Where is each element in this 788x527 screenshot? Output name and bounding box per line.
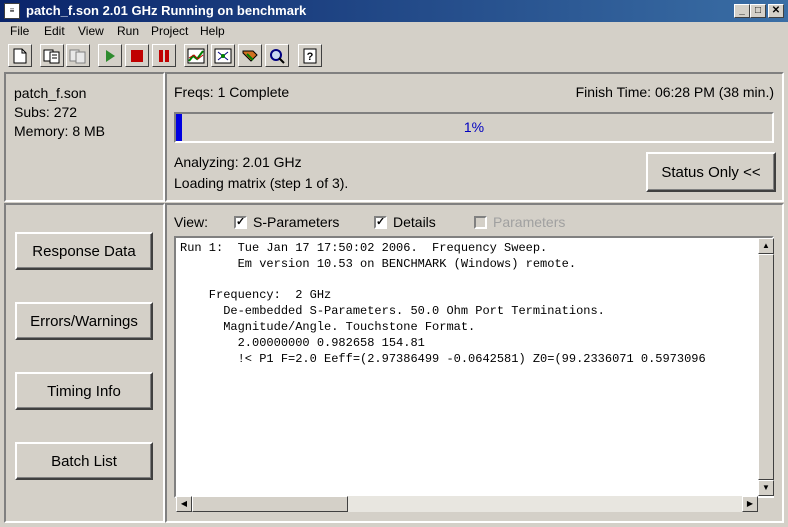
freqs-status: Freqs: 1 Complete	[174, 84, 290, 100]
scroll-right-icon[interactable]: ▶	[742, 496, 758, 512]
menu-file[interactable]: File	[10, 22, 29, 40]
toolbar: ?	[0, 41, 788, 71]
horizontal-scrollbar[interactable]: ◀ ▶	[176, 496, 758, 512]
details-checkbox[interactable]: ✓	[374, 216, 387, 229]
project-info-panel: patch_f.son Subs: 272 Memory: 8 MB	[4, 72, 165, 202]
help-icon[interactable]: ?	[298, 44, 322, 67]
loading-status: Loading matrix (step 1 of 3).	[174, 175, 349, 191]
copy-icon[interactable]	[40, 44, 64, 67]
timing-info-button[interactable]: Timing Info	[15, 372, 153, 410]
window-title: patch_f.son 2.01 GHz Running on benchmar…	[26, 3, 307, 18]
vertical-scrollbar[interactable]: ▲ ▼	[758, 238, 774, 496]
title-bar: ≡ patch_f.son 2.01 GHz Running on benchm…	[0, 0, 788, 22]
view-label: View:	[174, 214, 208, 230]
finish-time: Finish Time: 06:28 PM (38 min.)	[575, 84, 774, 100]
graph-icon[interactable]	[184, 44, 208, 67]
menu-project[interactable]: Project	[151, 22, 188, 40]
view-buttons-panel: Response Data Errors/Warnings Timing Inf…	[4, 203, 165, 523]
errors-warnings-button[interactable]: Errors/Warnings	[15, 302, 153, 340]
menu-bar: File Edit View Run Project Help	[0, 22, 788, 40]
project-file: patch_f.son	[14, 85, 87, 101]
play-icon[interactable]	[98, 44, 122, 67]
menu-edit[interactable]: Edit	[44, 22, 65, 40]
zoom-icon[interactable]	[265, 44, 289, 67]
minimize-button[interactable]: _	[734, 4, 750, 18]
details-label[interactable]: Details	[393, 214, 436, 230]
progress-label: 1%	[463, 119, 485, 135]
parameters-checkbox	[474, 216, 487, 229]
status-only-button[interactable]: Status Only <<	[646, 152, 776, 192]
s-parameters-checkbox[interactable]: ✓	[234, 216, 247, 229]
new-doc-icon[interactable]	[8, 44, 32, 67]
s-parameters-label[interactable]: S-Parameters	[253, 214, 339, 230]
progress-bar: 1%	[174, 112, 774, 143]
output-text: Run 1: Tue Jan 17 17:50:02 2006. Frequen…	[180, 241, 706, 366]
response-data-button[interactable]: Response Data	[15, 232, 153, 270]
vertical-scroll-thumb[interactable]	[758, 254, 774, 480]
status-panel: Freqs: 1 Complete Finish Time: 06:28 PM …	[165, 72, 784, 202]
subs-count: Subs: 272	[14, 104, 78, 120]
batch-list-button[interactable]: Batch List	[15, 442, 153, 480]
stop-icon[interactable]	[125, 44, 149, 67]
horizontal-scroll-thumb[interactable]	[192, 496, 348, 512]
analyzing-status: Analyzing: 2.01 GHz	[174, 154, 302, 170]
params-icon[interactable]	[238, 44, 262, 67]
scroll-up-icon[interactable]: ▲	[758, 238, 774, 254]
scroll-left-icon[interactable]: ◀	[176, 496, 192, 512]
geometry-icon[interactable]	[211, 44, 235, 67]
memory-usage: Memory: 8 MB	[14, 123, 106, 139]
close-button[interactable]: ✕	[768, 4, 784, 18]
output-textbox[interactable]: Run 1: Tue Jan 17 17:50:02 2006. Frequen…	[174, 236, 774, 498]
paste-icon[interactable]	[66, 44, 90, 67]
menu-view[interactable]: View	[78, 22, 104, 40]
menu-help[interactable]: Help	[200, 22, 225, 40]
menu-run[interactable]: Run	[117, 22, 139, 40]
app-icon[interactable]: ≡	[4, 3, 20, 19]
parameters-label: Parameters	[493, 214, 566, 230]
svg-text:?: ?	[307, 51, 314, 63]
maximize-button[interactable]: □	[750, 4, 766, 18]
pause-icon[interactable]	[152, 44, 176, 67]
scroll-down-icon[interactable]: ▼	[758, 480, 774, 496]
